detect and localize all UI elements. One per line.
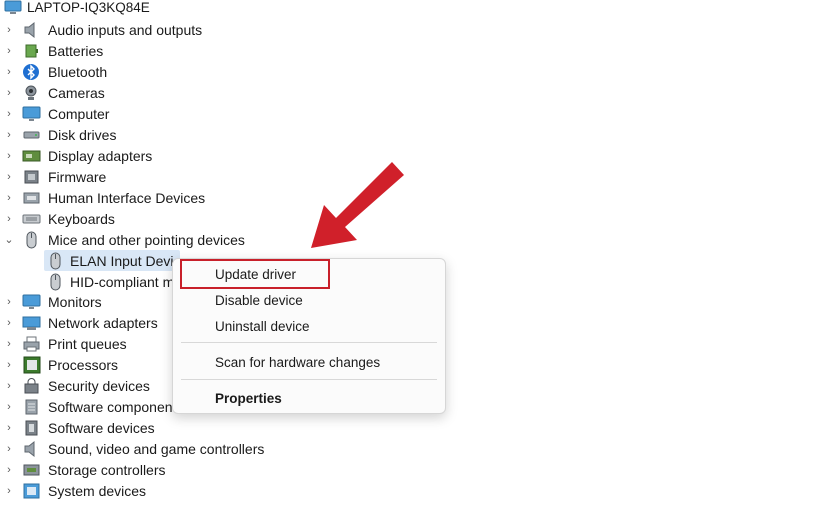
tree-item-label: ELAN Input Device xyxy=(70,253,189,269)
software-component-icon xyxy=(22,398,42,416)
tree-item-label: Monitors xyxy=(48,294,102,310)
tree-item-label: Cameras xyxy=(48,85,105,101)
chevron-right-icon[interactable]: › xyxy=(4,401,14,413)
software-device-icon xyxy=(22,419,42,437)
root-label: LAPTOP-IQ3KQ84E xyxy=(27,0,150,15)
system-device-icon xyxy=(22,482,42,500)
monitor-icon xyxy=(22,105,42,123)
speaker-icon xyxy=(22,440,42,458)
chevron-right-icon[interactable]: › xyxy=(4,464,14,476)
camera-icon xyxy=(22,84,42,102)
chevron-right-icon[interactable]: › xyxy=(4,129,14,141)
mouse-icon xyxy=(46,252,66,270)
tree-category-mice-and-other-pointing-devices[interactable]: ⌄ Mice and other pointing devices xyxy=(0,230,330,250)
chevron-right-icon[interactable]: › xyxy=(4,24,14,36)
tree-root[interactable]: LAPTOP-IQ3KQ84E xyxy=(0,0,300,16)
tree-item-label: Bluetooth xyxy=(48,64,108,80)
processor-icon xyxy=(22,356,42,374)
tree-item-label: Disk drives xyxy=(48,127,117,143)
menu-item-uninstall-device[interactable]: Uninstall device xyxy=(215,318,310,336)
chevron-right-icon[interactable]: › xyxy=(4,66,14,78)
menu-separator xyxy=(181,342,437,343)
chevron-down-icon[interactable]: ⌄ xyxy=(4,234,14,246)
tree-category-computer[interactable]: › Computer xyxy=(0,104,330,124)
tree-category-firmware[interactable]: › Firmware xyxy=(0,167,330,187)
tree-item-label: Display adapters xyxy=(48,148,153,164)
tree-item-label: Sound, video and game controllers xyxy=(48,441,265,457)
chevron-right-icon[interactable]: › xyxy=(4,296,14,308)
chevron-right-icon[interactable]: › xyxy=(4,422,14,434)
speaker-icon xyxy=(22,21,42,39)
battery-icon xyxy=(22,42,42,60)
storage-controller-icon xyxy=(22,461,42,479)
tree-category-storage-controllers[interactable]: › Storage controllers xyxy=(0,460,330,480)
tree-item-label: Print queues xyxy=(48,336,127,352)
tree-category-keyboards[interactable]: › Keyboards xyxy=(0,209,330,229)
tree-item-label: Security devices xyxy=(48,378,150,394)
hid-icon xyxy=(22,189,42,207)
mouse-icon xyxy=(46,273,66,291)
tree-item-label: Audio inputs and outputs xyxy=(48,22,203,38)
chevron-right-icon[interactable]: › xyxy=(4,380,14,392)
tree-item-label: Keyboards xyxy=(48,211,115,227)
tree-item-label: Computer xyxy=(48,106,110,122)
chevron-right-icon[interactable]: › xyxy=(4,443,14,455)
tree-item-label: Storage controllers xyxy=(48,462,166,478)
tree-category-audio-inputs-and-outputs[interactable]: › Audio inputs and outputs xyxy=(0,20,330,40)
printer-icon xyxy=(22,335,42,353)
tree-item-label: Network adapters xyxy=(48,315,158,331)
tree-item-label: Software devices xyxy=(48,420,155,436)
chevron-right-icon[interactable]: › xyxy=(4,108,14,120)
menu-item-scan-hardware[interactable]: Scan for hardware changes xyxy=(215,354,380,372)
tree-item-label: Software components xyxy=(48,399,184,415)
tree-category-cameras[interactable]: › Cameras xyxy=(0,83,330,103)
chevron-right-icon[interactable]: › xyxy=(4,192,14,204)
tree-category-bluetooth[interactable]: › Bluetooth xyxy=(0,62,330,82)
tree-item-label: Firmware xyxy=(48,169,107,185)
tree-category-human-interface-devices[interactable]: › Human Interface Devices xyxy=(0,188,330,208)
mouse-icon xyxy=(22,231,42,249)
tree-item-label: System devices xyxy=(48,483,147,499)
tree-category-sound-video-and-game-controllers[interactable]: › Sound, video and game controllers xyxy=(0,439,330,459)
chevron-right-icon[interactable]: › xyxy=(4,150,14,162)
keyboard-icon xyxy=(22,210,42,228)
chevron-right-icon[interactable]: › xyxy=(4,338,14,350)
tree-item-label: Processors xyxy=(48,357,119,373)
chevron-right-icon[interactable]: › xyxy=(4,87,14,99)
chevron-right-icon[interactable]: › xyxy=(4,317,14,329)
chevron-right-icon[interactable]: › xyxy=(4,359,14,371)
computer-icon xyxy=(4,0,22,21)
tree-category-software-devices[interactable]: › Software devices xyxy=(0,418,330,438)
chevron-right-icon[interactable]: › xyxy=(4,213,14,225)
tree-item-label: Human Interface Devices xyxy=(48,190,206,206)
display-adapter-icon xyxy=(22,147,42,165)
chevron-right-icon[interactable]: › xyxy=(4,171,14,183)
tree-item-label: Mice and other pointing devices xyxy=(48,232,245,248)
menu-separator xyxy=(181,379,437,380)
network-adapter-icon xyxy=(22,314,42,332)
bluetooth-icon xyxy=(22,63,42,81)
security-device-icon xyxy=(22,377,42,395)
tree-item-label: Batteries xyxy=(48,43,104,59)
menu-item-disable-device[interactable]: Disable device xyxy=(215,292,303,310)
tree-category-system-devices[interactable]: › System devices xyxy=(0,481,330,501)
menu-item-properties[interactable]: Properties xyxy=(215,390,282,408)
chevron-right-icon[interactable]: › xyxy=(4,45,14,57)
monitor-icon xyxy=(22,293,42,311)
disk-drive-icon xyxy=(22,126,42,144)
tree-category-display-adapters[interactable]: › Display adapters xyxy=(0,146,330,166)
update-driver-highlight-box xyxy=(180,259,330,289)
chevron-right-icon[interactable]: › xyxy=(4,485,14,497)
firmware-icon xyxy=(22,168,42,186)
tree-category-batteries[interactable]: › Batteries xyxy=(0,41,330,61)
tree-category-disk-drives[interactable]: › Disk drives xyxy=(0,125,330,145)
